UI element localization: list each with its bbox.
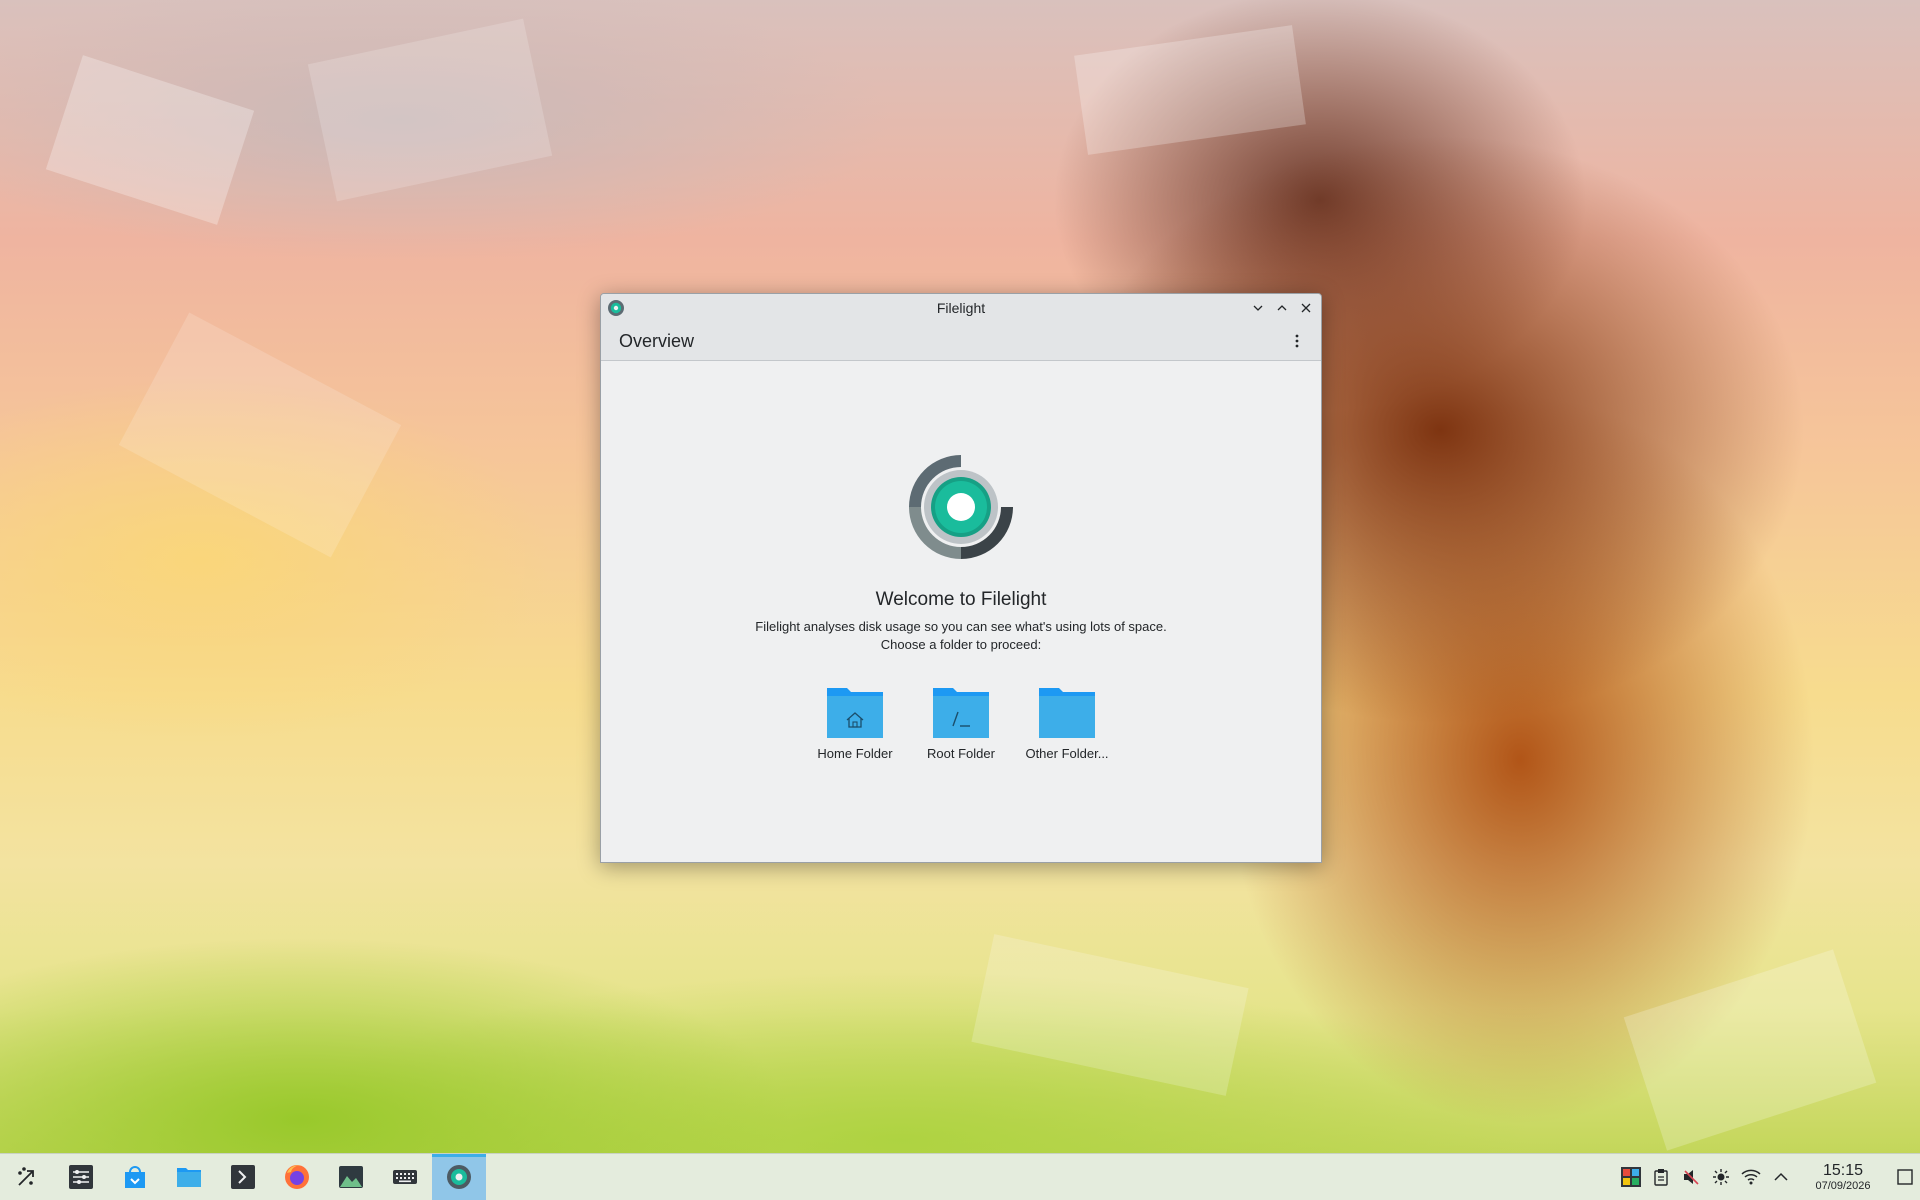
keyboard-icon (393, 1170, 417, 1184)
kebab-menu-icon (1295, 334, 1299, 348)
tray-color-picker[interactable] (1616, 1154, 1646, 1200)
welcome-heading: Welcome to Filelight (875, 589, 1047, 610)
launcher-icon (18, 1167, 34, 1186)
other-folder-button[interactable]: Other Folder... (1025, 684, 1109, 761)
filelight-icon (447, 1165, 471, 1189)
welcome-description: Filelight analyses disk usage so you can… (601, 618, 1321, 654)
page-title: Overview (619, 330, 695, 351)
welcome-instruction-line: Choose a folder to proceed: (880, 637, 1042, 652)
folder-choices: Home Folder Root Folder Other Folder... (601, 684, 1321, 761)
terminal-icon (231, 1165, 255, 1189)
menu-button[interactable] (1285, 329, 1309, 353)
wallpaper-shard (307, 18, 553, 202)
page-header: Overview (601, 322, 1321, 361)
close-icon (1301, 303, 1311, 313)
tray-brightness[interactable] (1706, 1154, 1736, 1200)
filelight-app-icon (608, 300, 624, 316)
overview-content: Welcome to Filelight Filelight analyses … (601, 361, 1321, 862)
folder-label: Root Folder (927, 746, 995, 761)
root-folder-button[interactable]: Root Folder (919, 684, 1003, 761)
tray-clipboard[interactable] (1646, 1154, 1676, 1200)
welcome-description-line: Filelight analyses disk usage so you can… (755, 619, 1167, 634)
taskbar-konsole[interactable] (216, 1154, 270, 1200)
settings-icon (69, 1165, 93, 1189)
application-launcher[interactable] (0, 1154, 54, 1200)
taskbar: 15:15 07/09/2026 (0, 1153, 1920, 1200)
tray-expand[interactable] (1766, 1154, 1796, 1200)
filelight-logo-icon (909, 455, 1013, 559)
store-icon (125, 1166, 145, 1188)
taskbar-discover[interactable] (108, 1154, 162, 1200)
digital-clock[interactable]: 15:15 07/09/2026 (1802, 1162, 1884, 1193)
file-manager-icon (177, 1168, 201, 1187)
tray-volume[interactable] (1676, 1154, 1706, 1200)
home-folder-icon (827, 688, 883, 738)
home-folder-button[interactable]: Home Folder (813, 684, 897, 761)
tray-network[interactable] (1736, 1154, 1766, 1200)
wallpaper-shard (1074, 25, 1306, 155)
wallpaper-shard (971, 934, 1249, 1096)
color-grid-icon (1621, 1167, 1641, 1187)
taskbar-dolphin[interactable] (162, 1154, 216, 1200)
wallpaper-shard (118, 312, 402, 558)
minimize-button[interactable] (1249, 298, 1267, 318)
wifi-icon (1741, 1169, 1761, 1185)
show-desktop-icon (1897, 1169, 1913, 1185)
root-folder-icon (933, 688, 989, 738)
folder-label: Other Folder... (1025, 746, 1109, 761)
taskbar-firefox[interactable] (270, 1154, 324, 1200)
window-titlebar[interactable]: Filelight (601, 294, 1321, 322)
taskbar-spectacle[interactable] (324, 1154, 378, 1200)
wallpaper-shard (45, 55, 255, 225)
clock-date: 07/09/2026 (1815, 1179, 1871, 1192)
clipboard-icon (1654, 1169, 1668, 1186)
close-button[interactable] (1297, 298, 1315, 318)
system-tray: 15:15 07/09/2026 (1616, 1154, 1920, 1200)
brightness-icon (1713, 1169, 1729, 1185)
chevron-up-icon (1774, 1172, 1788, 1181)
filelight-window: Filelight Overview Welcome to Filelight … (600, 293, 1322, 863)
maximize-button[interactable] (1273, 298, 1291, 318)
chevron-down-icon (1253, 305, 1263, 311)
image-icon (339, 1166, 363, 1188)
wallpaper-shard (1623, 949, 1877, 1151)
taskbar-keyboard[interactable] (378, 1154, 432, 1200)
firefox-icon (285, 1165, 309, 1189)
volume-muted-icon (1684, 1170, 1699, 1185)
taskbar-system-settings[interactable] (54, 1154, 108, 1200)
folder-label: Home Folder (817, 746, 893, 761)
taskbar-filelight[interactable] (432, 1154, 486, 1200)
clock-time: 15:15 (1822, 1161, 1864, 1179)
chevron-up-icon (1277, 305, 1287, 311)
folder-icon (1039, 688, 1095, 738)
show-desktop-button[interactable] (1890, 1154, 1920, 1200)
window-title: Filelight (936, 300, 986, 316)
